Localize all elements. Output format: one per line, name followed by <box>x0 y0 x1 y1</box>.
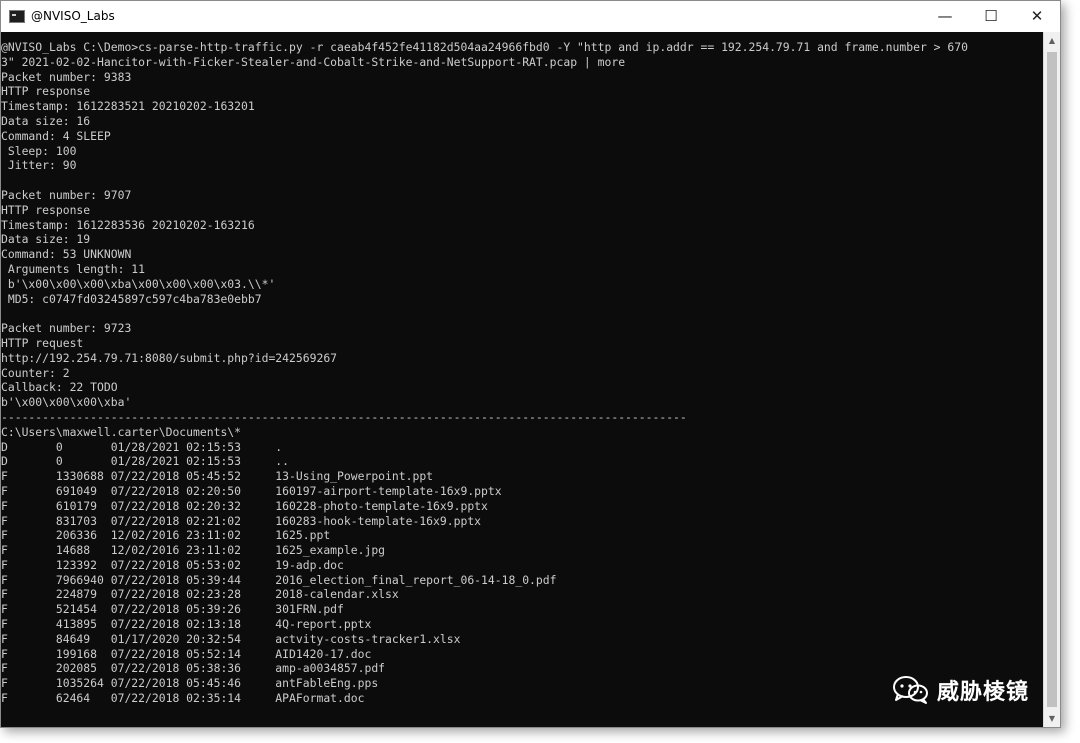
terminal-line: D 0 01/28/2021 02:15:53 .. <box>1 454 290 469</box>
window-title: @NVISO_Labs <box>31 9 115 23</box>
terminal-line: Data size: 19 <box>1 232 91 247</box>
terminal-line: Arguments length: 11 <box>1 261 146 276</box>
terminal-line: HTTP response <box>1 202 91 217</box>
console-window: @NVISO_Labs — ☐ ✕ @NVISO_Labs C:\Demo>cs… <box>0 0 1061 728</box>
terminal-line: Counter: 2 <box>1 365 70 380</box>
terminal-line: F 521454 07/22/2018 05:39:26 301FRN.pdf <box>1 602 344 617</box>
terminal-line: F 224879 07/22/2018 02:23:28 2018-calend… <box>1 587 399 602</box>
terminal-line: F 202085 07/22/2018 05:38:36 amp-a003485… <box>1 661 386 676</box>
close-button[interactable]: ✕ <box>1014 1 1060 31</box>
terminal-line: b'\x00\x00\x00\xba' <box>1 395 132 410</box>
terminal-line: F 1330688 07/22/2018 05:45:52 13-Using_P… <box>1 469 434 484</box>
terminal-line: F 206336 12/02/2016 23:11:02 1625.ppt <box>1 528 331 543</box>
watermark-text: 威胁棱镜 <box>937 680 1030 705</box>
terminal-line: Data size: 16 <box>1 113 91 128</box>
terminal-line: Sleep: 100 <box>1 143 77 158</box>
terminal-line: HTTP request <box>1 335 84 350</box>
terminal-line: F 14688 12/02/2016 23:11:02 1625_example… <box>1 543 386 558</box>
scrollbar-thumb[interactable] <box>1047 52 1057 707</box>
terminal-line: @NVISO_Labs C:\Demo>cs-parse-http-traffi… <box>1 40 968 54</box>
terminal-line: F 831703 07/22/2018 02:21:02 160283-hook… <box>1 513 482 528</box>
terminal-line: Callback: 22 TODO <box>1 380 118 395</box>
window-controls: — ☐ ✕ <box>922 1 1060 31</box>
terminal-line: F 1035264 07/22/2018 05:45:46 antFableEn… <box>1 676 379 691</box>
terminal-line: Packet number: 9707 <box>1 187 132 202</box>
terminal-line: F 610179 07/22/2018 02:20:32 160228-phot… <box>1 498 488 513</box>
terminal-line: Timestamp: 1612283536 20210202-163216 <box>1 217 255 232</box>
terminal-line: 3" 2021-02-02-Hancitor-with-Ficker-Steal… <box>1 54 626 69</box>
terminal-line: HTTP response <box>1 84 91 99</box>
terminal-line: Jitter: 90 <box>1 158 77 173</box>
terminal-line: C:\Users\maxwell.carter\Documents\* <box>1 424 242 439</box>
terminal-line: Command: 4 SLEEP <box>1 128 111 143</box>
console-app-icon <box>9 9 25 23</box>
terminal-line: F 84649 01/17/2020 20:32:54 actvity-cost… <box>1 631 461 646</box>
terminal-line: F 62464 07/22/2018 02:35:14 APAFormat.do… <box>1 691 365 706</box>
wechat-icon <box>893 676 929 704</box>
scroll-up-arrow-icon[interactable]: ▲ <box>1044 32 1060 49</box>
maximize-button[interactable]: ☐ <box>968 1 1014 31</box>
terminal-line: Packet number: 9723 <box>1 321 132 336</box>
terminal-line: F 123392 07/22/2018 05:53:02 19-adp.doc <box>1 557 344 572</box>
terminal-line: Timestamp: 1612283521 20210202-163201 <box>1 99 255 114</box>
terminal-line: ----------------------------------------… <box>1 409 687 424</box>
terminal-line: F 7966940 07/22/2018 05:39:44 2016_elect… <box>1 572 557 587</box>
scroll-down-arrow-icon[interactable]: ▼ <box>1044 710 1060 727</box>
terminal-line: Command: 53 UNKNOWN <box>1 247 132 262</box>
terminal-line: D 0 01/28/2021 02:15:53 . <box>1 439 283 454</box>
title-bar[interactable]: @NVISO_Labs — ☐ ✕ <box>1 1 1060 31</box>
vertical-scrollbar[interactable]: ▲ ▼ <box>1043 32 1060 727</box>
minimize-button[interactable]: — <box>922 1 968 31</box>
terminal-line: Packet number: 9383 <box>1 69 132 84</box>
terminal-line: b'\x00\x00\x00\xba\x00\x00\x00\x03.\\*' <box>1 276 276 291</box>
terminal-line: F 413895 07/22/2018 02:13:18 4Q-report.p… <box>1 617 372 632</box>
terminal-output[interactable]: @NVISO_Labs C:\Demo>cs-parse-http-traffi… <box>1 32 1043 727</box>
terminal-text: @NVISO_Labs C:\Demo>cs-parse-http-traffi… <box>1 32 1043 706</box>
terminal-line: F 691049 07/22/2018 02:20:50 160197-airp… <box>1 483 502 498</box>
terminal-line: F 199168 07/22/2018 05:52:14 AID1420-17.… <box>1 646 372 661</box>
watermark: 威胁棱镜 <box>893 674 1029 706</box>
terminal-line: http://192.254.79.71:8080/submit.php?id=… <box>1 350 338 365</box>
terminal-line: MD5: c0747fd03245897c597c4ba783e0ebb7 <box>1 291 262 306</box>
